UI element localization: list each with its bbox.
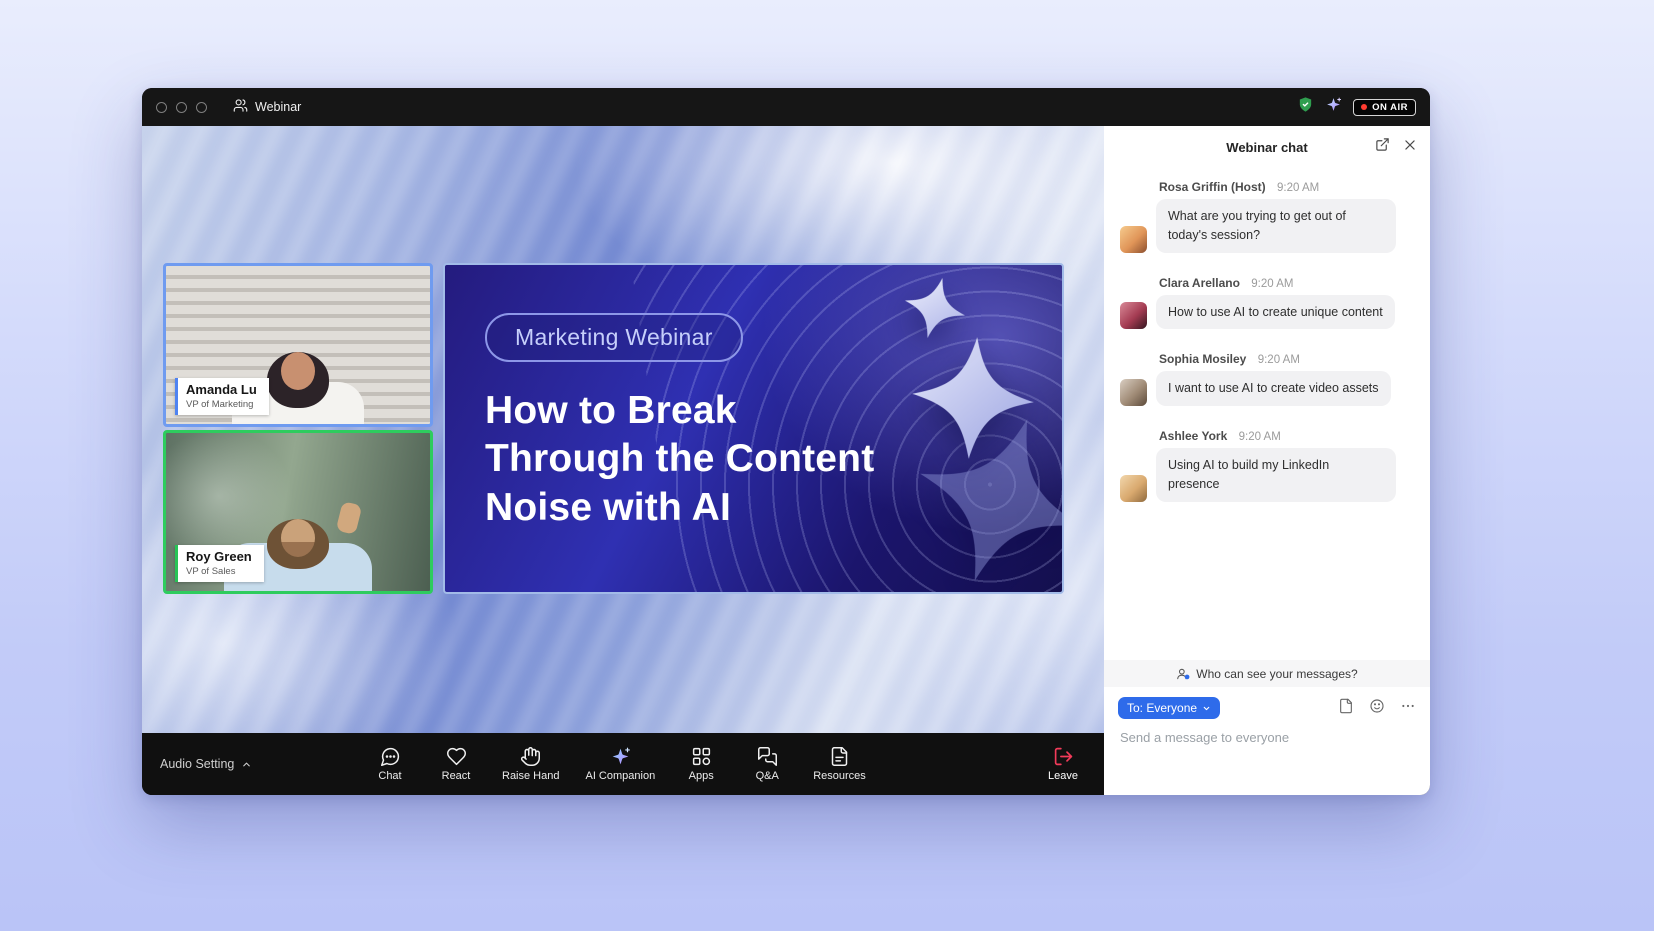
avatar: [1120, 302, 1147, 329]
chat-button-label: Chat: [378, 770, 401, 782]
react-button-label: React: [442, 770, 471, 782]
video-stage: Amanda Lu VP of Marketing: [142, 126, 1104, 733]
chat-composer: To: Everyone: [1104, 687, 1430, 747]
message-time: 9:20 AM: [1251, 278, 1293, 290]
apps-button[interactable]: Apps: [681, 746, 721, 782]
react-button[interactable]: React: [436, 746, 476, 782]
resources-button[interactable]: Resources: [813, 746, 866, 782]
privacy-note-bar[interactable]: Who can see your messages?: [1104, 660, 1430, 687]
resources-document-icon: [829, 746, 850, 767]
to-everyone-selector[interactable]: To: Everyone: [1118, 697, 1220, 719]
app-title-label: Webinar: [255, 100, 301, 114]
message-sender: Sophia Mosiley: [1159, 352, 1246, 366]
message-bubble: I want to use AI to create video assets: [1156, 371, 1391, 406]
on-air-badge: ON AIR: [1353, 99, 1416, 116]
ai-companion-button-label: AI Companion: [585, 770, 655, 782]
qa-button-label: Q&A: [756, 770, 779, 782]
titlebar-right: ON AIR: [1297, 96, 1416, 118]
emoji-icon[interactable]: [1369, 698, 1385, 719]
toolbar-center-buttons: Chat React Raise Hand AI Companion: [370, 733, 866, 795]
message-bubble: How to use AI to create unique content: [1156, 295, 1395, 330]
chat-message: Clara Arellano 9:20 AM How to use AI to …: [1120, 276, 1414, 330]
raise-hand-button[interactable]: Raise Hand: [502, 746, 559, 782]
chevron-down-icon: [1202, 704, 1211, 713]
participants-icon: [233, 98, 248, 116]
on-air-label: ON AIR: [1372, 102, 1408, 113]
audio-setting-label: Audio Setting: [160, 757, 234, 771]
chevron-up-icon: [241, 759, 252, 770]
leave-button[interactable]: Leave: [1048, 733, 1078, 795]
webinar-chat-panel: Webinar chat: [1104, 126, 1430, 795]
main-area: Amanda Lu VP of Marketing: [142, 126, 1104, 795]
close-window-button[interactable]: [156, 102, 167, 113]
message-time: 9:20 AM: [1277, 182, 1319, 194]
audio-setting-button[interactable]: Audio Setting: [160, 757, 252, 771]
leave-door-icon: [1053, 746, 1074, 767]
privacy-note-label: Who can see your messages?: [1196, 667, 1357, 681]
leave-button-label: Leave: [1048, 770, 1078, 782]
shared-slide: Marketing Webinar How to Break Through t…: [443, 263, 1064, 594]
ai-companion-titlebar-icon[interactable]: [1325, 96, 1342, 118]
message-sender: Ashlee York: [1159, 429, 1227, 443]
more-options-icon[interactable]: [1400, 698, 1416, 719]
chat-button[interactable]: Chat: [370, 746, 410, 782]
heart-icon: [446, 746, 467, 767]
attach-file-icon[interactable]: [1338, 698, 1354, 719]
nametag-roy: Roy Green VP of Sales: [175, 545, 264, 582]
message-sender: Rosa Griffin (Host): [1159, 180, 1266, 194]
slide-badge: Marketing Webinar: [485, 313, 743, 362]
webinar-window: Webinar ON AIR: [142, 88, 1430, 795]
security-shield-icon[interactable]: [1297, 96, 1314, 118]
message-time: 9:20 AM: [1239, 431, 1281, 443]
apps-grid-icon: [691, 746, 712, 767]
participant-name: Amanda Lu: [186, 383, 257, 398]
chat-header: Webinar chat: [1104, 126, 1430, 168]
apps-button-label: Apps: [689, 770, 714, 782]
avatar: [1120, 226, 1147, 253]
to-everyone-label: To: Everyone: [1127, 701, 1197, 715]
resources-button-label: Resources: [813, 770, 866, 782]
ai-companion-button[interactable]: AI Companion: [585, 746, 655, 782]
slide-headline: How to Break Through the Content Noise w…: [485, 387, 874, 532]
avatar: [1120, 475, 1147, 502]
chat-icon: [380, 746, 401, 767]
video-tile-amanda-lu[interactable]: Amanda Lu VP of Marketing: [163, 263, 433, 427]
ai-companion-icon: [610, 746, 631, 767]
who-can-see-icon: [1176, 667, 1190, 681]
participant-role: VP of Sales: [186, 566, 252, 577]
chat-message: Rosa Griffin (Host) 9:20 AM What are you…: [1120, 180, 1414, 253]
window-controls: [156, 102, 207, 113]
pop-out-icon[interactable]: [1375, 137, 1390, 157]
chat-message: Ashlee York 9:20 AM Using AI to build my…: [1120, 429, 1414, 502]
minimize-window-button[interactable]: [176, 102, 187, 113]
message-bubble: Using AI to build my LinkedIn presence: [1156, 448, 1396, 502]
qa-bubbles-icon: [757, 746, 778, 767]
app-title: Webinar: [233, 98, 301, 116]
chat-title: Webinar chat: [1226, 140, 1307, 155]
message-bubble: What are you trying to get out of today'…: [1156, 199, 1396, 253]
meeting-toolbar: Audio Setting Chat React: [142, 733, 1104, 795]
chat-message-list[interactable]: Rosa Griffin (Host) 9:20 AM What are you…: [1104, 168, 1430, 660]
titlebar: Webinar ON AIR: [142, 88, 1430, 126]
chat-message: Sophia Mosiley 9:20 AM I want to use AI …: [1120, 352, 1414, 406]
desktop-background: Webinar ON AIR: [0, 0, 1654, 931]
video-tile-roy-green[interactable]: Roy Green VP of Sales: [163, 430, 433, 594]
message-sender: Clara Arellano: [1159, 276, 1240, 290]
maximize-window-button[interactable]: [196, 102, 207, 113]
raise-hand-button-label: Raise Hand: [502, 770, 559, 782]
chat-bottom-spacer: [1104, 747, 1430, 795]
raise-hand-icon: [520, 746, 541, 767]
message-time: 9:20 AM: [1258, 354, 1300, 366]
participant-name: Roy Green: [186, 550, 252, 565]
nametag-amanda: Amanda Lu VP of Marketing: [175, 378, 269, 415]
slide-star-shape: [908, 333, 1038, 463]
chat-message-input[interactable]: [1118, 719, 1416, 745]
close-panel-icon[interactable]: [1403, 138, 1417, 157]
avatar: [1120, 379, 1147, 406]
qa-button[interactable]: Q&A: [747, 746, 787, 782]
participant-role: VP of Marketing: [186, 399, 257, 410]
on-air-dot-icon: [1361, 104, 1367, 110]
